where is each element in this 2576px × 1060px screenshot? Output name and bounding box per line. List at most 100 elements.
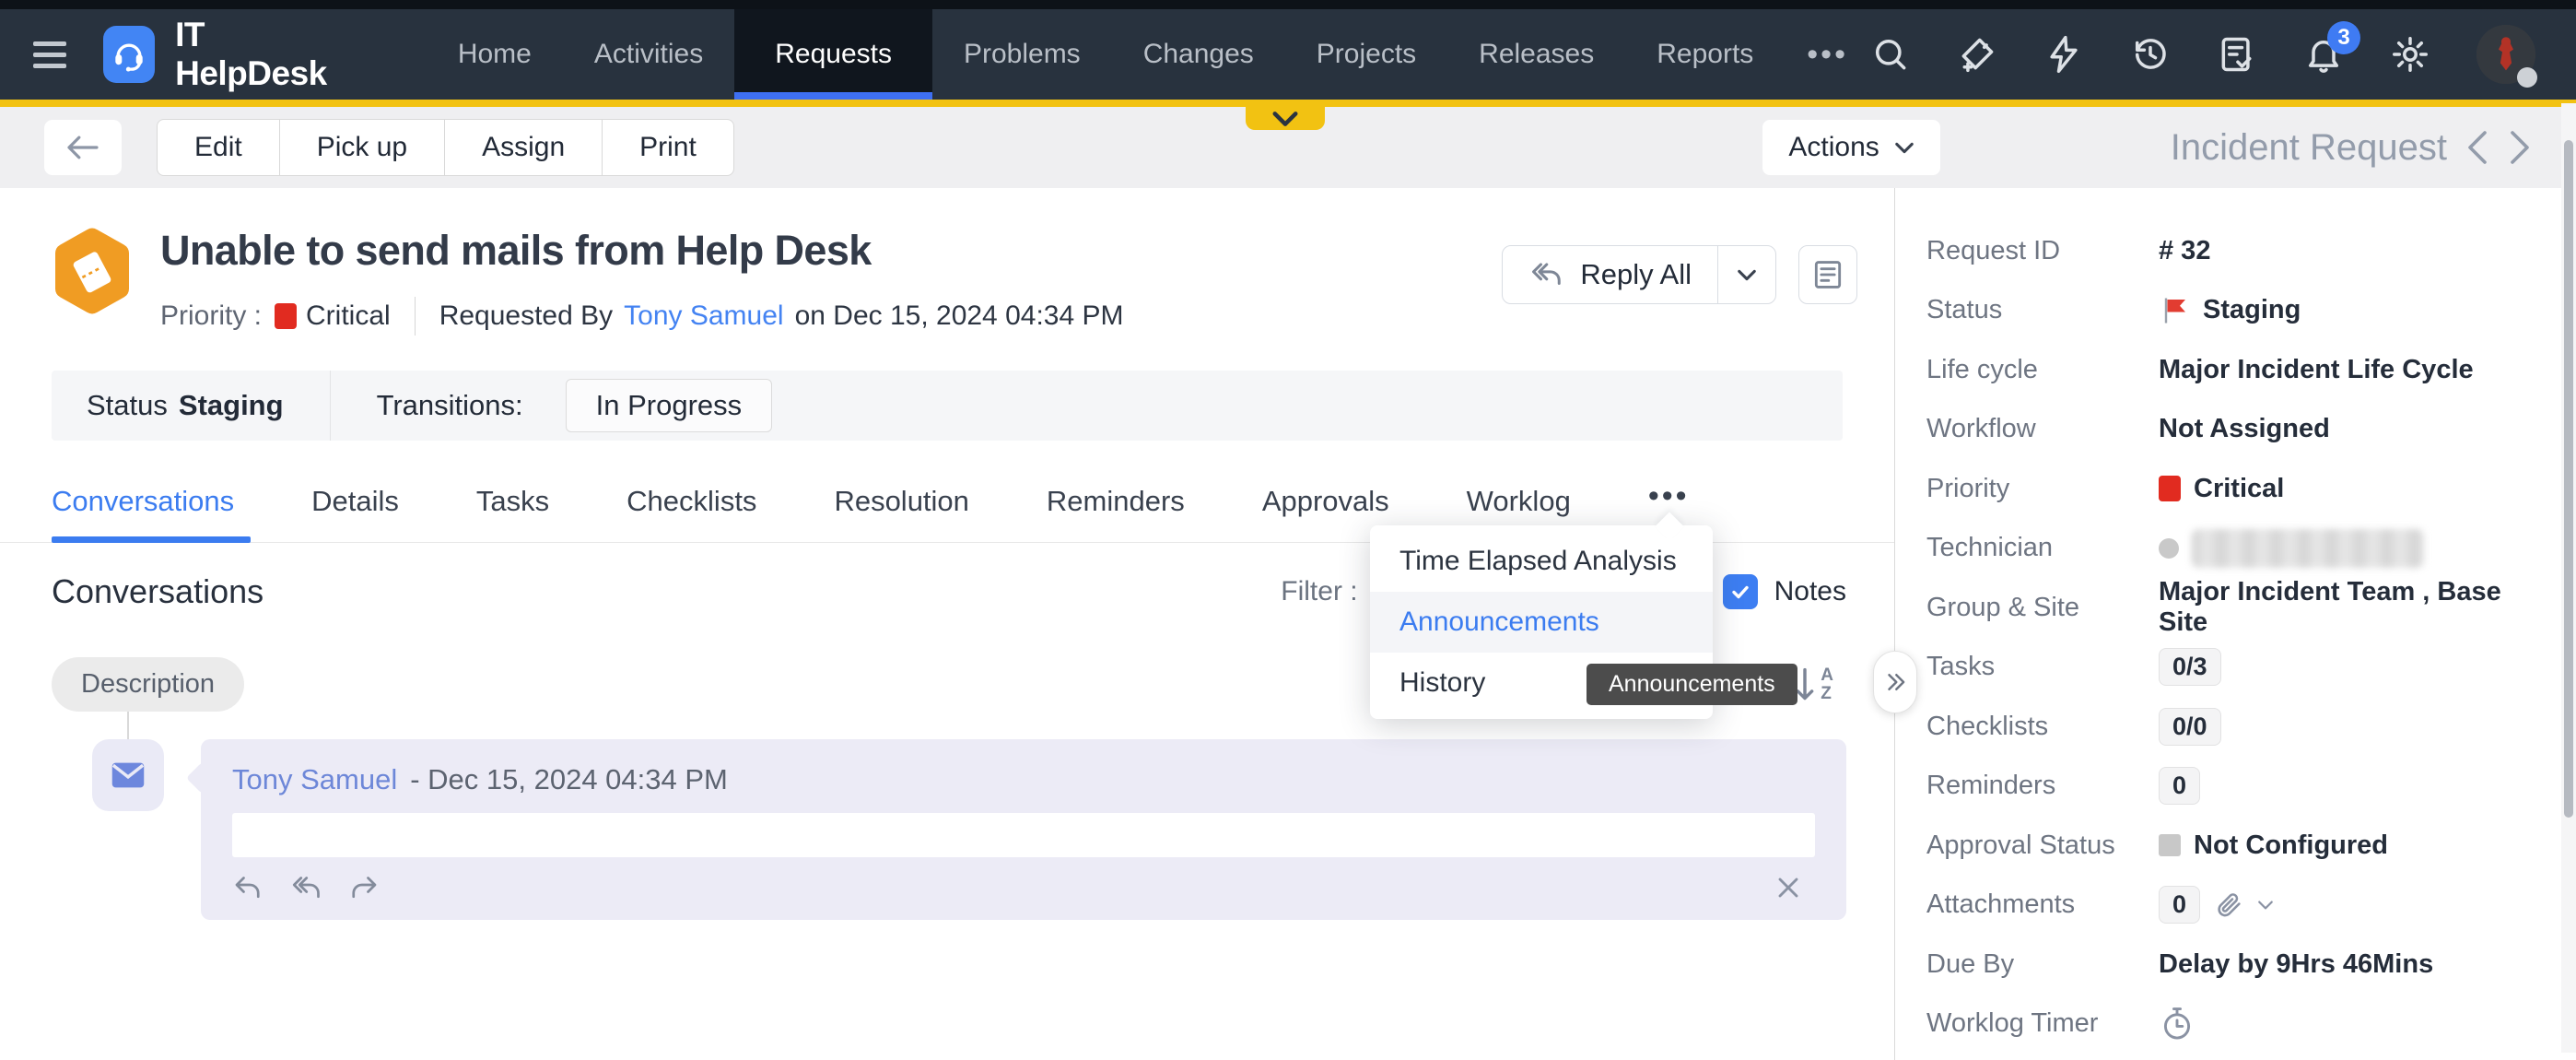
reply-all-icon [1528, 260, 1563, 289]
meta-divider [415, 297, 416, 336]
nav-item-requests[interactable]: Requests [734, 9, 932, 100]
print-button[interactable]: Print [602, 119, 734, 176]
conversation-card[interactable]: Tony Samuel - Dec 15, 2024 04:34 PM [201, 739, 1846, 920]
app-logo[interactable] [103, 26, 155, 83]
search-icon[interactable] [1870, 34, 1911, 75]
reply-options-chevron[interactable] [1717, 246, 1775, 303]
add-ticket-icon[interactable] [1957, 34, 1997, 75]
checklists-count-badge[interactable]: 0/0 [2159, 708, 2221, 746]
workflow-label: Workflow [1926, 414, 2159, 444]
request-meta: Priority : Critical Requested By Tony Sa… [160, 297, 1502, 336]
notifications-bell-icon[interactable]: 3 [2303, 34, 2344, 75]
nav-more-icon[interactable]: ••• [1785, 9, 1870, 100]
avatar-status-dot [2517, 67, 2537, 88]
tab-tasks[interactable]: Tasks [476, 485, 549, 542]
conversation-entry: Tony Samuel - Dec 15, 2024 04:34 PM [52, 712, 1846, 920]
approval-status-value: Not Configured [2194, 830, 2388, 861]
close-icon[interactable] [1774, 874, 1802, 901]
top-nav: IT HelpDesk Home Activities Requests Pro… [0, 0, 2576, 100]
next-request-icon[interactable] [2508, 129, 2532, 166]
reply-all-icon[interactable] [289, 874, 322, 901]
tab-reminders[interactable]: Reminders [1047, 485, 1185, 542]
reply-icon[interactable] [232, 874, 263, 901]
nav-item-releases[interactable]: Releases [1447, 9, 1625, 100]
conversation-author-link[interactable]: Tony Samuel [232, 763, 397, 796]
tab-checklists[interactable]: Checklists [626, 485, 756, 542]
priority-value: Critical [306, 300, 391, 332]
requester-link[interactable]: Tony Samuel [624, 300, 783, 332]
hamburger-menu-icon[interactable] [33, 41, 66, 68]
scrollbar-thumb[interactable] [2564, 140, 2573, 818]
nav-icons: 3 [1870, 9, 2535, 100]
approval-status-icon [2159, 834, 2181, 856]
requested-by-label: Requested By [439, 300, 613, 332]
sort-letters: AZ [1821, 666, 1833, 703]
document-icon [1810, 257, 1845, 292]
menu-item-announcements[interactable]: Announcements [1370, 592, 1713, 653]
forward-icon[interactable] [348, 874, 380, 901]
user-avatar[interactable] [2476, 25, 2535, 84]
stopwatch-icon[interactable] [2159, 1005, 2195, 1043]
reply-all-label: Reply All [1580, 258, 1692, 291]
panel-scrollbar[interactable] [2561, 103, 2576, 1053]
priority-critical-icon [2159, 476, 2181, 501]
attachments-chevron-icon[interactable] [2257, 900, 2274, 911]
nav-item-activities[interactable]: Activities [563, 9, 734, 100]
nav-item-projects[interactable]: Projects [1285, 9, 1447, 100]
banner-expand-tab[interactable] [1246, 107, 1325, 130]
tab-resolution[interactable]: Resolution [834, 485, 968, 542]
detail-row-workflow: Workflow Not Assigned [1926, 400, 2539, 460]
notes-checkbox[interactable] [1723, 574, 1758, 609]
tasks-count-badge[interactable]: 0/3 [2159, 648, 2221, 686]
announcements-tooltip: Announcements [1587, 664, 1797, 705]
detail-row-checklists: Checklists 0/0 [1926, 697, 2539, 757]
approval-status-label: Approval Status [1926, 830, 2159, 861]
tab-details[interactable]: Details [311, 485, 399, 542]
status-field-label: Status [1926, 295, 2159, 325]
in-progress-transition-button[interactable]: In Progress [566, 379, 773, 432]
toolbar-button-group: Edit Pick up Assign Print [157, 119, 734, 176]
nav-item-home[interactable]: Home [427, 9, 563, 100]
timeline-connector [127, 712, 129, 739]
attachments-count-badge[interactable]: 0 [2159, 886, 2200, 924]
back-arrow-icon [64, 133, 101, 162]
detail-row-status: Status Staging [1926, 281, 2539, 341]
assign-button[interactable]: Assign [444, 119, 603, 176]
previous-request-icon[interactable] [2465, 129, 2489, 166]
double-chevron-right-icon [1883, 670, 1907, 694]
nav-item-changes[interactable]: Changes [1112, 9, 1285, 100]
tasks-label: Tasks [1926, 652, 2159, 682]
detail-row-worklog-timer: Worklog Timer [1926, 995, 2539, 1054]
nav-item-problems[interactable]: Problems [932, 9, 1112, 100]
panel-collapse-handle[interactable] [1873, 651, 1917, 713]
pickup-button[interactable]: Pick up [279, 119, 445, 176]
quick-actions-bolt-icon[interactable] [2043, 34, 2084, 75]
notes-doc-button[interactable] [1798, 245, 1857, 304]
tab-conversations[interactable]: Conversations [52, 485, 234, 542]
task-list-icon[interactable] [2217, 34, 2257, 75]
history-icon[interactable] [2130, 34, 2171, 75]
edit-button[interactable]: Edit [157, 119, 280, 176]
description-chip[interactable]: Description [52, 657, 244, 712]
technician-label: Technician [1926, 533, 2159, 563]
card-author-line: Tony Samuel - Dec 15, 2024 04:34 PM [232, 763, 1815, 796]
notification-count-badge: 3 [2327, 21, 2360, 54]
settings-gear-icon[interactable] [2390, 34, 2430, 75]
paperclip-icon[interactable] [2213, 889, 2244, 921]
nav-item-reports[interactable]: Reports [1625, 9, 1785, 100]
card-notch [186, 762, 217, 794]
priority-field-value: Critical [2194, 474, 2284, 504]
menu-item-time-elapsed-analysis[interactable]: Time Elapsed Analysis [1370, 531, 1713, 592]
nav-left: IT HelpDesk [33, 9, 427, 100]
reminders-count-badge[interactable]: 0 [2159, 767, 2200, 805]
request-id-label: Request ID [1926, 236, 2159, 266]
sort-az-icon[interactable]: AZ [1791, 666, 1833, 703]
group-site-label: Group & Site [1926, 593, 2159, 623]
actions-dropdown-button[interactable]: Actions [1762, 120, 1939, 175]
priority-label: Priority : [160, 300, 262, 332]
request-details-panel: Request ID # 32 Status Staging Life cycl… [1894, 188, 2576, 1060]
reply-all-button[interactable]: Reply All [1503, 246, 1717, 303]
back-button[interactable] [44, 120, 122, 175]
reminders-label: Reminders [1926, 771, 2159, 801]
due-by-value: Delay by 9Hrs 46Mins [2159, 949, 2433, 980]
